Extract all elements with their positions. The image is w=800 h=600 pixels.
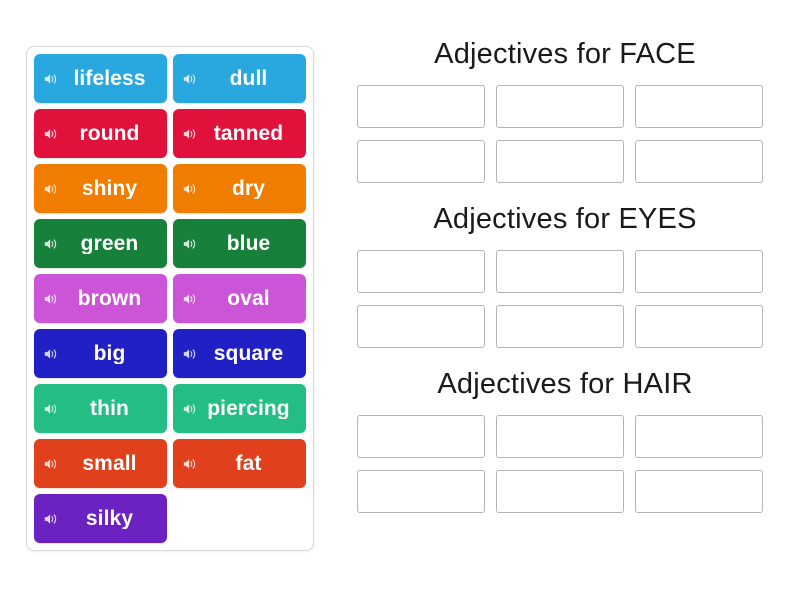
speaker-icon[interactable] <box>43 126 59 142</box>
group-section: Adjectives for EYES <box>350 195 780 348</box>
word-tile[interactable]: silky <box>34 494 167 543</box>
speaker-icon[interactable] <box>182 346 198 362</box>
word-tile[interactable]: fat <box>173 439 306 488</box>
word-tile-label: green <box>80 233 139 254</box>
speaker-icon[interactable] <box>182 236 198 252</box>
word-tile-label: piercing <box>207 398 290 419</box>
speaker-icon[interactable] <box>43 291 59 307</box>
drop-slot[interactable] <box>496 470 624 513</box>
word-tile[interactable]: dull <box>173 54 306 103</box>
speaker-icon[interactable] <box>182 291 198 307</box>
word-tile-label: round <box>79 123 140 144</box>
speaker-icon[interactable] <box>43 511 59 527</box>
drop-slot[interactable] <box>357 470 485 513</box>
group-title: Adjectives for HAIR <box>437 368 693 400</box>
word-tile-label: oval <box>227 288 270 309</box>
word-tile[interactable]: oval <box>173 274 306 323</box>
drop-slot[interactable] <box>496 85 624 128</box>
drop-slot-grid <box>350 250 780 348</box>
speaker-icon[interactable] <box>182 181 198 197</box>
word-tile[interactable]: big <box>34 329 167 378</box>
speaker-icon[interactable] <box>43 181 59 197</box>
word-tile[interactable]: piercing <box>173 384 306 433</box>
group-section: Adjectives for FACE <box>350 30 780 183</box>
drop-slot[interactable] <box>635 470 763 513</box>
drop-slot-grid <box>350 415 780 513</box>
word-tile-label: small <box>82 453 137 474</box>
drop-slot[interactable] <box>496 140 624 183</box>
drop-slot[interactable] <box>635 415 763 458</box>
drop-slot[interactable] <box>635 85 763 128</box>
drop-slot[interactable] <box>496 415 624 458</box>
drop-slot[interactable] <box>357 250 485 293</box>
word-tile[interactable]: blue <box>173 219 306 268</box>
speaker-icon[interactable] <box>43 236 59 252</box>
word-tile-label: big <box>93 343 126 364</box>
word-tile[interactable]: thin <box>34 384 167 433</box>
speaker-icon[interactable] <box>43 71 59 87</box>
drop-slot[interactable] <box>357 415 485 458</box>
word-tile-label: shiny <box>81 178 138 199</box>
word-tile-label: brown <box>77 288 142 309</box>
speaker-icon[interactable] <box>182 71 198 87</box>
drop-slot[interactable] <box>496 250 624 293</box>
word-tile[interactable]: dry <box>173 164 306 213</box>
word-tile-placeholder <box>173 494 306 543</box>
drop-slot-grid <box>350 85 780 183</box>
drop-slot[interactable] <box>496 305 624 348</box>
activity-canvas: lifeless dull round tanned shiny dry green blue… <box>0 0 800 600</box>
word-tile-label: blue <box>226 233 271 254</box>
word-tile-label: dry <box>232 178 265 199</box>
word-tile[interactable]: round <box>34 109 167 158</box>
drop-slot[interactable] <box>357 85 485 128</box>
word-tile[interactable]: lifeless <box>34 54 167 103</box>
speaker-icon[interactable] <box>182 401 198 417</box>
word-tile[interactable]: shiny <box>34 164 167 213</box>
speaker-icon[interactable] <box>43 346 59 362</box>
drop-slot[interactable] <box>635 250 763 293</box>
word-tile-label: lifeless <box>73 68 146 89</box>
drop-slot[interactable] <box>357 140 485 183</box>
speaker-icon[interactable] <box>43 456 59 472</box>
word-tile-grid: lifeless dull round tanned shiny dry green blue… <box>34 54 306 543</box>
word-tile[interactable]: brown <box>34 274 167 323</box>
speaker-icon[interactable] <box>182 456 198 472</box>
drop-slot[interactable] <box>357 305 485 348</box>
word-tile[interactable]: green <box>34 219 167 268</box>
word-tile-label: tanned <box>213 123 284 144</box>
word-tile-label: silky <box>85 508 134 529</box>
speaker-icon[interactable] <box>182 126 198 142</box>
group-columns: Adjectives for FACE Adjectives for EYES Ad… <box>350 30 780 525</box>
word-tile-label: thin <box>90 398 129 419</box>
word-bank-panel: lifeless dull round tanned shiny dry green blue… <box>26 46 314 551</box>
group-title: Adjectives for FACE <box>434 38 696 70</box>
group-title: Adjectives for EYES <box>433 203 697 235</box>
word-tile[interactable]: square <box>173 329 306 378</box>
word-tile-label: dull <box>229 68 268 89</box>
word-tile-label: fat <box>235 453 262 474</box>
speaker-icon[interactable] <box>43 401 59 417</box>
word-tile[interactable]: small <box>34 439 167 488</box>
word-tile-label: square <box>213 343 284 364</box>
drop-slot[interactable] <box>635 140 763 183</box>
word-tile[interactable]: tanned <box>173 109 306 158</box>
drop-slot[interactable] <box>635 305 763 348</box>
group-section: Adjectives for HAIR <box>350 360 780 513</box>
